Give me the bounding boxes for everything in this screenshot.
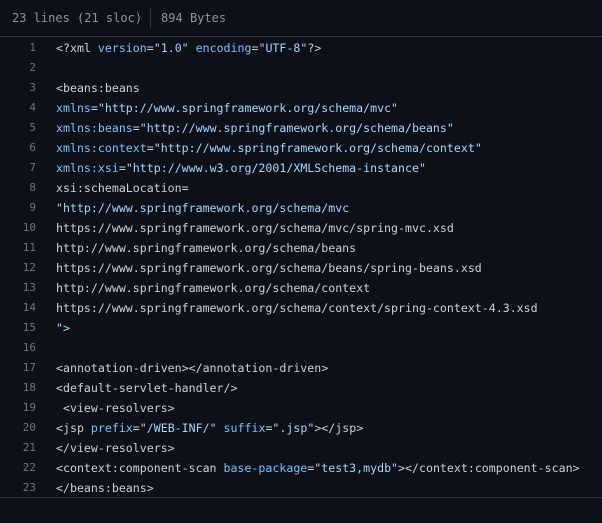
line-content: <annotation-driven></annotation-driven> xyxy=(56,361,329,375)
line-number[interactable]: 18 xyxy=(0,378,36,398)
line-number[interactable]: 16 xyxy=(0,338,36,358)
code-line: 13 http://www.springframework.org/schema/… xyxy=(0,278,602,298)
line-number[interactable]: 21 xyxy=(0,438,36,458)
line-number[interactable]: 11 xyxy=(0,238,36,258)
divider xyxy=(150,8,152,28)
line-number[interactable]: 1 xyxy=(0,38,36,58)
line-number[interactable]: 10 xyxy=(0,218,36,238)
code-line: 22 <context:component-scan base-package="… xyxy=(0,458,602,478)
bottom-divider xyxy=(0,497,602,498)
code-line: 9 "http://www.springframework.org/schema/… xyxy=(0,198,602,218)
line-number[interactable]: 3 xyxy=(0,78,36,98)
line-count: 23 lines (21 sloc) xyxy=(12,11,143,25)
line-number[interactable]: 15 xyxy=(0,318,36,338)
line-number[interactable]: 19 xyxy=(0,398,36,418)
line-number[interactable]: 6 xyxy=(0,138,36,158)
code-line: 14 https://www.springframework.org/schema… xyxy=(0,298,602,318)
line-content: <context:component-scan base-package="te… xyxy=(56,461,580,475)
line-number[interactable]: 7 xyxy=(0,158,36,178)
code-line: 11 http://www.springframework.org/schema/… xyxy=(0,238,602,258)
line-number[interactable]: 20 xyxy=(0,418,36,438)
line-content: </view-resolvers> xyxy=(56,441,175,455)
line-content: xmlns="http://www.springframework.org/sc… xyxy=(56,101,399,115)
line-content: http://www.springframework.org/schema/be… xyxy=(56,241,357,255)
line-content: <view-resolvers> xyxy=(56,401,175,415)
line-number[interactable]: 17 xyxy=(0,358,36,378)
code-line: 15 "> xyxy=(0,318,602,338)
line-content: "> xyxy=(56,321,70,335)
line-number[interactable]: 23 xyxy=(0,478,36,498)
line-content: https://www.springframework.org/schema/b… xyxy=(56,261,482,275)
line-number[interactable]: 22 xyxy=(0,458,36,478)
code-line: 5 xmlns:beans="http://www.springframework… xyxy=(0,118,602,138)
line-number[interactable]: 5 xyxy=(0,118,36,138)
line-content xyxy=(36,338,56,358)
line-content: <default-servlet-handler/> xyxy=(56,381,238,395)
code-line: 16 xyxy=(0,338,602,358)
code-line: 4 xmlns="http://www.springframework.org/s… xyxy=(0,98,602,118)
line-content: <jsp prefix="/WEB-INF/" suffix=".jsp"></… xyxy=(56,421,364,435)
line-number[interactable]: 2 xyxy=(0,58,36,78)
code-line: 12 https://www.springframework.org/schema… xyxy=(0,258,602,278)
line-content: xsi:schemaLocation= xyxy=(56,181,189,195)
line-number[interactable]: 14 xyxy=(0,298,36,318)
line-content: "http://www.springframework.org/schema/m… xyxy=(56,201,350,215)
line-content: xmlns:beans="http://www.springframework.… xyxy=(56,121,454,135)
code-view[interactable]: 1 <?xml version="1.0" encoding="UTF-8"?> 2… xyxy=(0,38,602,498)
line-content: xmlns:xsi="http://www.w3.org/2001/XMLSch… xyxy=(56,161,426,175)
line-number[interactable]: 12 xyxy=(0,258,36,278)
line-content: <beans:beans xyxy=(56,81,140,95)
line-number[interactable]: 9 xyxy=(0,198,36,218)
line-content: http://www.springframework.org/schema/co… xyxy=(56,281,371,295)
file-info-bar: 23 lines (21 sloc) 894 Bytes xyxy=(0,0,602,37)
code-line: 23 </beans:beans> xyxy=(0,478,602,498)
code-line: 8 xsi:schemaLocation= xyxy=(0,178,602,198)
line-content: https://www.springframework.org/schema/c… xyxy=(56,301,538,315)
line-number[interactable]: 8 xyxy=(0,178,36,198)
code-line: 6 xmlns:context="http://www.springframewo… xyxy=(0,138,602,158)
file-size: 894 Bytes xyxy=(161,11,227,25)
code-line: 2 xyxy=(0,58,602,78)
line-content: https://www.springframework.org/schema/m… xyxy=(56,221,454,235)
line-content xyxy=(36,58,56,78)
line-content: <?xml version="1.0" encoding="UTF-8"?> xyxy=(56,41,322,55)
code-line: 18 <default-servlet-handler/> xyxy=(0,378,602,398)
code-line: 20 <jsp prefix="/WEB-INF/" suffix=".jsp">… xyxy=(0,418,602,438)
code-line: 17 <annotation-driven></annotation-driven… xyxy=(0,358,602,378)
code-line: 10 https://www.springframework.org/schema… xyxy=(0,218,602,238)
line-number[interactable]: 13 xyxy=(0,278,36,298)
code-line: 7 xmlns:xsi="http://www.w3.org/2001/XMLSc… xyxy=(0,158,602,178)
code-line: 1 <?xml version="1.0" encoding="UTF-8"?> xyxy=(0,38,602,58)
line-number[interactable]: 4 xyxy=(0,98,36,118)
code-line: 21 </view-resolvers> xyxy=(0,438,602,458)
line-content: </beans:beans> xyxy=(56,481,154,495)
line-content: xmlns:context="http://www.springframewor… xyxy=(56,141,482,155)
code-line: 3 <beans:beans xyxy=(0,78,602,98)
code-line: 19 <view-resolvers> xyxy=(0,398,602,418)
